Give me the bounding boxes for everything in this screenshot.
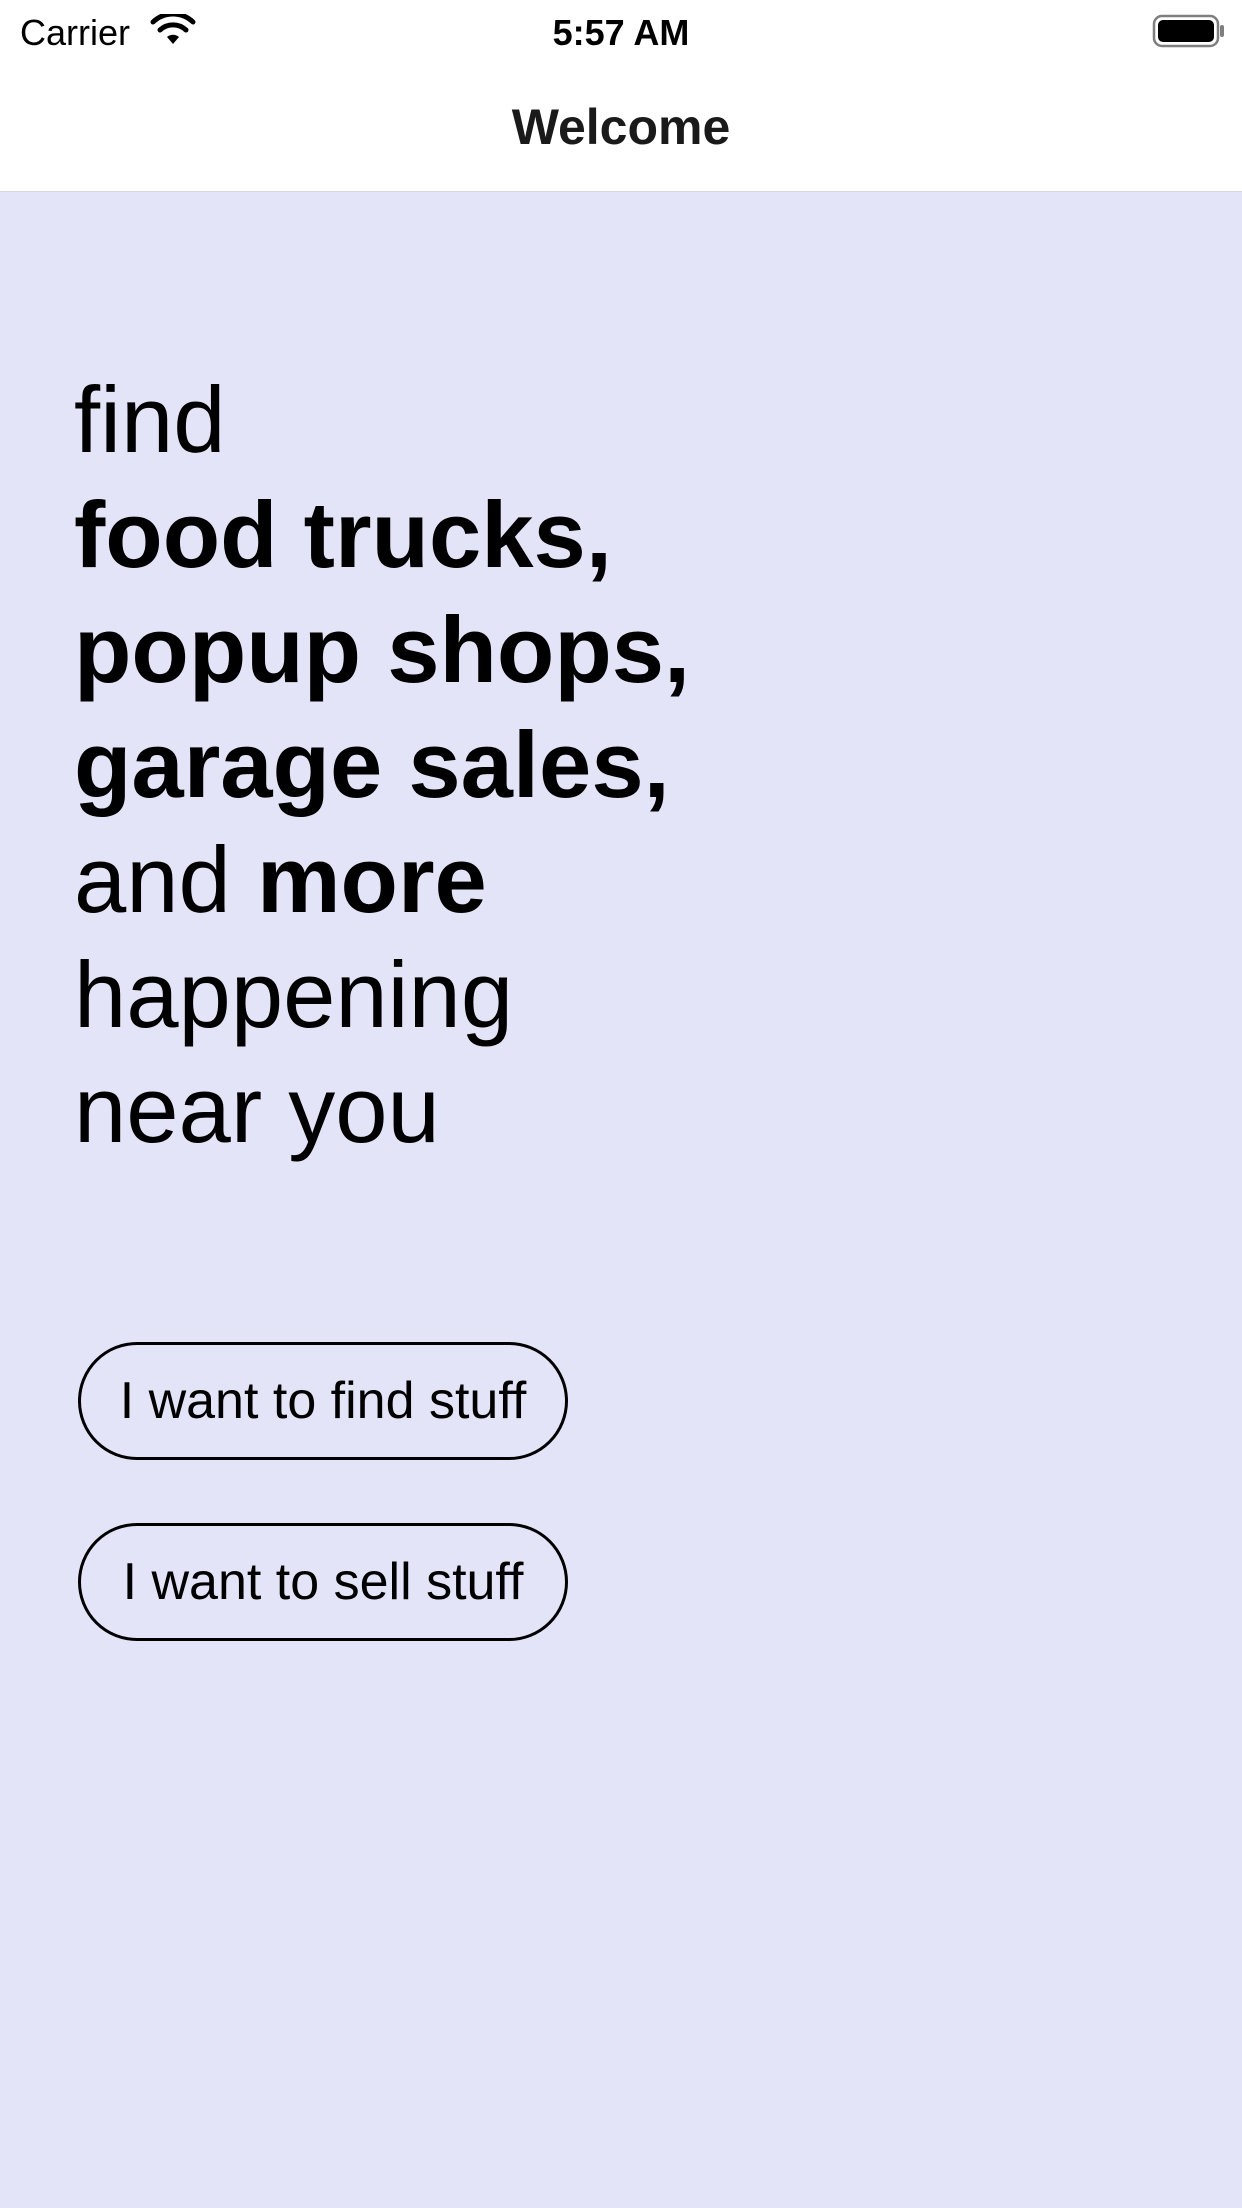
sell-stuff-button[interactable]: I want to sell stuff bbox=[78, 1523, 568, 1641]
headline-line-happening: happening bbox=[74, 942, 514, 1047]
welcome-content: find food trucks, popup shops, garage sa… bbox=[0, 192, 1242, 2208]
headline-line-garage-sales: garage sales, bbox=[74, 712, 670, 817]
status-time: 5:57 AM bbox=[552, 12, 690, 53]
navigation-bar: Welcome bbox=[0, 62, 1242, 192]
headline-line-and-more: and more bbox=[74, 822, 690, 937]
battery-icon bbox=[1152, 14, 1224, 48]
nav-title: Welcome bbox=[511, 99, 731, 155]
headline-line-near-you: near you bbox=[74, 1057, 440, 1162]
headline-and-text: and bbox=[74, 827, 231, 932]
headline-more-text: more bbox=[256, 827, 487, 932]
headline-line-food-trucks: food trucks, bbox=[74, 482, 612, 587]
headline-line-popup-shops: popup shops, bbox=[74, 597, 691, 702]
welcome-screen: Carrier 5:57 AM Welcome find food trucks… bbox=[0, 0, 1242, 2208]
headline-line-find: find bbox=[74, 367, 226, 472]
status-bar: Carrier 5:57 AM bbox=[0, 0, 1242, 62]
welcome-headline: find food trucks, popup shops, garage sa… bbox=[74, 362, 690, 1167]
find-stuff-button[interactable]: I want to find stuff bbox=[78, 1342, 568, 1460]
